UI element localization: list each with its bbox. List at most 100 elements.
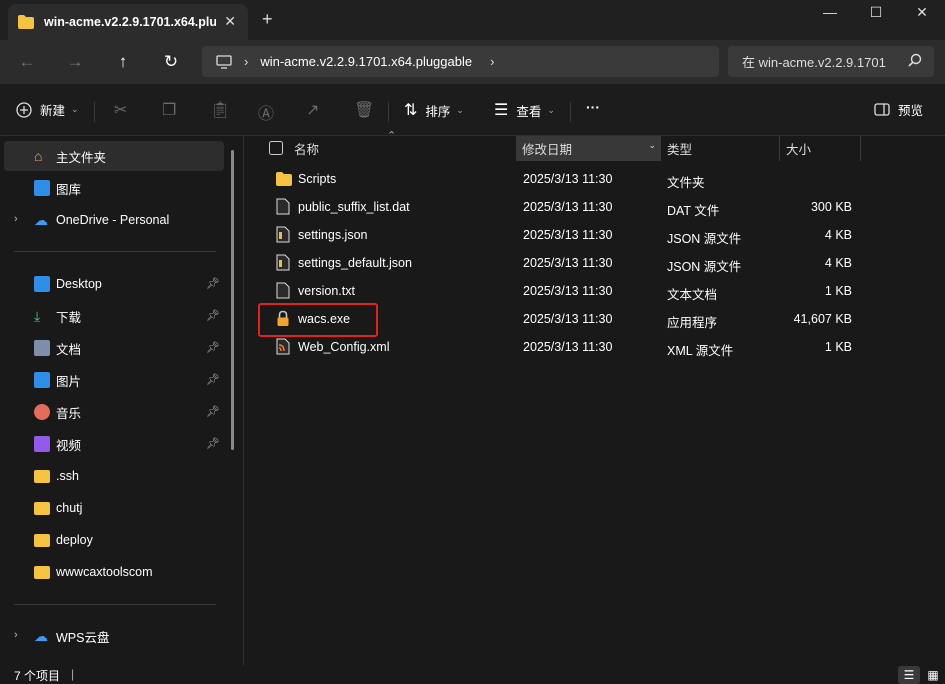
file-type: 文件夹 (667, 176, 705, 190)
download-icon: ⤓ (34, 308, 41, 324)
pin-icon[interactable]: 📌︎ (206, 277, 220, 290)
sort-button[interactable]: ⇅ 排序 ⌄ (404, 100, 464, 120)
expand-chevron-icon[interactable]: › (14, 629, 18, 641)
file-row[interactable]: Web_Config.xml 2025/3/13 11:30 XML 源文件 1… (274, 333, 914, 361)
sidebar-item-label: 主文件夹 (56, 150, 107, 165)
breadcrumb-path[interactable]: win-acme.v2.2.9.1701.x64.pluggable (260, 54, 472, 69)
new-tab-button[interactable]: + (262, 10, 273, 28)
pin-icon[interactable]: 📌︎ (206, 373, 220, 386)
file-row[interactable]: settings.json 2025/3/13 11:30 JSON 源文件 4… (274, 221, 914, 249)
sort-icon: ⇅ (404, 102, 418, 119)
close-window-button[interactable]: ✕ (899, 4, 945, 24)
column-label: 修改日期 (522, 143, 573, 157)
breadcrumb-chevron-icon[interactable]: › (244, 54, 248, 69)
delete-icon[interactable]: 🗑︎ (354, 100, 374, 120)
more-options-button[interactable]: ··· (586, 99, 600, 115)
breadcrumb-end-chevron-icon[interactable]: › (490, 54, 494, 69)
divider (570, 102, 571, 122)
text-file-icon (276, 282, 290, 299)
sidebar-item-videos[interactable]: 视频 📌︎ (4, 429, 224, 459)
sidebar-item-deploy[interactable]: deploy (4, 525, 224, 555)
divider (14, 251, 216, 252)
refresh-button[interactable]: ↻ (160, 52, 182, 74)
file-row[interactable]: version.txt 2025/3/13 11:30 文本文档 1 KB (274, 277, 914, 305)
sidebar-item-label: OneDrive - Personal (56, 213, 170, 227)
sidebar-item-pictures[interactable]: 图片 📌︎ (4, 365, 224, 395)
sidebar-item-label: .ssh (56, 469, 79, 483)
forward-button[interactable]: → (64, 52, 86, 74)
file-row[interactable]: settings_default.json 2025/3/13 11:30 JS… (274, 249, 914, 277)
divider (388, 102, 389, 122)
tab-close-button[interactable]: ✕ (224, 13, 236, 30)
minimize-button[interactable]: — (807, 4, 853, 24)
file-type: 文本文档 (667, 288, 718, 302)
sidebar-item-gallery[interactable]: 图库 (4, 173, 224, 203)
file-date: 2025/3/13 11:30 (523, 256, 613, 270)
pin-icon[interactable]: 📌︎ (206, 437, 220, 450)
sidebar-item-ssh[interactable]: .ssh (4, 461, 224, 491)
new-button[interactable]: 新建 ⌄ (16, 100, 79, 119)
item-count: 7 个项目 (14, 669, 61, 683)
column-header-type[interactable]: 类型 (661, 136, 780, 161)
sidebar-item-downloads[interactable]: ⤓ 下载 📌︎ (4, 301, 224, 331)
back-button[interactable]: ← (16, 52, 38, 74)
column-label: 名称 (294, 143, 320, 157)
file-date: 2025/3/13 11:30 (523, 312, 613, 326)
chevron-down-icon: ⌄ (71, 104, 79, 114)
sidebar-item-label: wwwcaxtoolscom (56, 565, 153, 579)
view-button[interactable]: ☰ 查看 ⌄ (494, 100, 555, 120)
sidebar-item-home[interactable]: ⌂ 主文件夹 (4, 141, 224, 171)
sidebar-item-music[interactable]: 音乐 📌︎ (4, 397, 224, 427)
file-size: 1 KB (824, 284, 852, 298)
file-row[interactable]: Scripts 2025/3/13 11:30 文件夹 (274, 165, 914, 193)
column-header-date[interactable]: 修改日期 ⌄ (516, 136, 661, 161)
file-row[interactable]: public_suffix_list.dat 2025/3/13 11:30 D… (274, 193, 914, 221)
view-label: 查看 (516, 104, 542, 119)
maximize-button[interactable]: ☐ (853, 4, 899, 24)
sidebar-scrollbar[interactable] (231, 150, 234, 450)
tiles-view-icon[interactable]: ▦ (922, 666, 944, 684)
sidebar-item-label: 视频 (56, 438, 82, 453)
sidebar-item-desktop[interactable]: Desktop 📌︎ (4, 269, 224, 299)
navigation-bar: ← → ↑ ↻ › win-acme.v2.2.9.1701.x64.plugg… (0, 40, 945, 84)
search-box[interactable]: 在 win-acme.v2.2.9.1701 (728, 46, 934, 77)
file-size: 41,607 KB (793, 312, 852, 326)
view-lines-icon: ☰ (494, 102, 509, 119)
cut-icon[interactable]: ✂ (114, 100, 127, 120)
sidebar-item-label: 音乐 (56, 406, 82, 421)
details-view-icon[interactable]: ☰ (898, 666, 920, 684)
select-all-checkbox[interactable] (269, 141, 283, 155)
file-list: ⌃ 名称 修改日期 ⌄ 类型 大小 Scripts 2025/3/13 11:3… (244, 130, 945, 666)
pin-icon[interactable]: 📌︎ (206, 405, 220, 418)
sidebar-item-chutj[interactable]: chutj (4, 493, 224, 523)
search-icon (908, 53, 922, 67)
column-header-name[interactable]: 名称 (288, 136, 516, 161)
tab-title: win-acme.v2.2.9.1701.x64.plug (44, 15, 216, 29)
highlight-annotation (258, 303, 378, 337)
sidebar-item-label: Desktop (56, 277, 102, 291)
folder-icon (34, 565, 50, 579)
expand-chevron-icon[interactable]: › (14, 213, 18, 225)
paste-icon[interactable]: 📋︎ (210, 100, 230, 120)
tab-active[interactable]: win-acme.v2.2.9.1701.x64.plug ✕ (8, 4, 248, 40)
sidebar-item-documents[interactable]: 文档 📌︎ (4, 333, 224, 363)
up-button[interactable]: ↑ (112, 52, 134, 74)
address-bar[interactable]: › win-acme.v2.2.9.1701.x64.pluggable › (202, 46, 719, 77)
sidebar-item-wwwcaxtoolscom[interactable]: wwwcaxtoolscom (4, 557, 224, 587)
copy-icon[interactable]: ❐ (162, 100, 176, 120)
sidebar-item-wps[interactable]: › ☁ WPS云盘 (4, 621, 224, 651)
column-header-size[interactable]: 大小 (780, 136, 861, 161)
desktop-icon (34, 276, 50, 292)
column-label: 大小 (786, 143, 812, 157)
cloud-icon: ☁ (34, 628, 48, 644)
rename-icon[interactable]: Ⓐ (258, 100, 274, 124)
file-size: 4 KB (824, 256, 852, 270)
status-bar: 7 个项目 | ☰ ▦ (0, 666, 945, 684)
share-icon[interactable]: ↗ (306, 100, 319, 120)
sidebar-item-onedrive[interactable]: › ☁ OneDrive - Personal (4, 205, 224, 235)
preview-pane-button[interactable]: 预览 (874, 100, 923, 119)
pin-icon[interactable]: 📌︎ (206, 309, 220, 322)
music-icon (34, 404, 50, 420)
pin-icon[interactable]: 📌︎ (206, 341, 220, 354)
chevron-down-icon[interactable]: ⌄ (648, 140, 656, 151)
